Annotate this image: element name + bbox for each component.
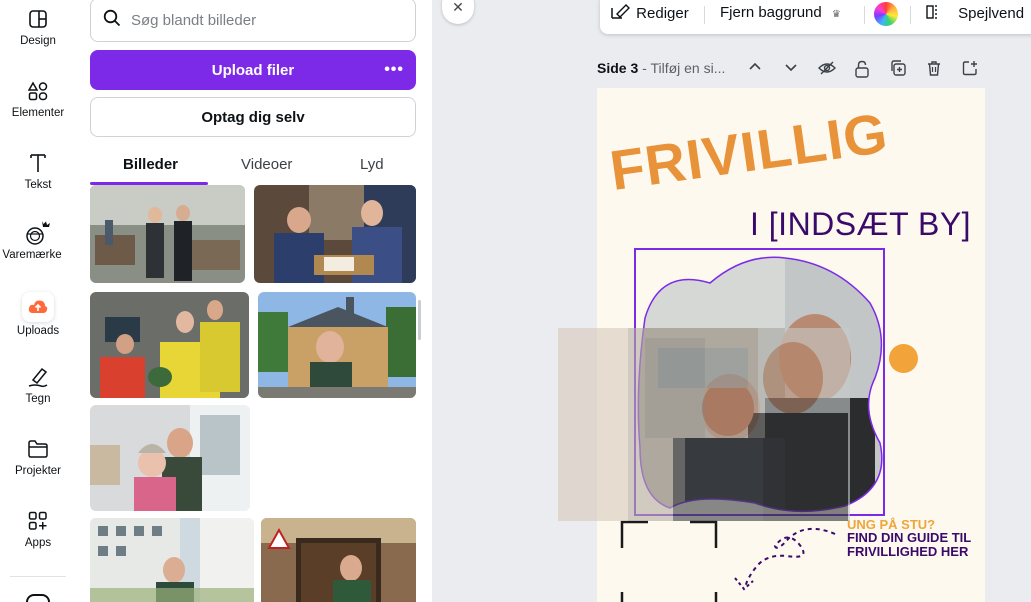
edit-label: Rediger <box>636 5 689 22</box>
uploaded-image-thumbnail[interactable] <box>254 185 416 283</box>
remove-background-label: Fjern baggrund <box>720 4 822 21</box>
heading-text[interactable]: FRIVILLIG <box>606 100 892 203</box>
page-number: Side 3 <box>597 60 639 76</box>
dashed-arrow-doodle[interactable] <box>727 526 837 592</box>
draw-icon <box>27 364 49 390</box>
toolbar-divider <box>704 6 705 24</box>
rail-label: Apps <box>24 537 52 549</box>
lock-icon[interactable] <box>854 60 870 82</box>
rail-label: Uploads <box>16 325 60 337</box>
chevron-down-icon[interactable] <box>784 60 798 78</box>
placeholder-frame[interactable] <box>620 520 718 602</box>
edit-icon <box>611 4 630 19</box>
rail-item-design[interactable]: Design <box>0 6 76 47</box>
page-header[interactable]: Side 3 - Tilføj en si... <box>597 60 725 82</box>
canvas-area: ✕ Rediger Fjern baggrund ♛ Spejlvend Sid… <box>432 0 1031 602</box>
folder-icon <box>27 436 49 462</box>
design-icon <box>28 6 48 32</box>
rail-item-uploads[interactable]: Uploads <box>0 292 76 337</box>
flip-icon <box>926 5 937 19</box>
search-placeholder: Søg blandt billeder <box>131 11 257 29</box>
color-picker-button[interactable] <box>874 2 898 30</box>
apps-icon <box>28 508 48 534</box>
tab-audio[interactable]: Lyd <box>360 156 384 173</box>
record-yourself-button[interactable]: Optag dig selv <box>90 97 416 137</box>
color-wheel-icon <box>874 2 898 26</box>
premium-crown-icon: ♛ <box>831 9 841 20</box>
rail-item-draw[interactable]: Tegn <box>0 364 76 405</box>
subheading-text[interactable]: I [INDSÆT BY] <box>750 206 971 243</box>
trash-icon[interactable] <box>926 60 942 80</box>
tab-videos[interactable]: Videoer <box>241 156 292 173</box>
callout-text[interactable]: FIND DIN GUIDE TIL FRIVILLIGHED HER <box>847 531 977 558</box>
close-icon: ✕ <box>452 0 464 15</box>
hide-page-icon[interactable] <box>818 60 836 80</box>
add-page-icon[interactable] <box>962 60 978 80</box>
search-input[interactable]: Søg blandt billeder <box>90 0 416 42</box>
uploaded-image-thumbnail[interactable] <box>90 292 249 398</box>
dragged-image-preview[interactable] <box>558 328 850 521</box>
side-rail: Design Elementer Tekst Varemærke Uploads <box>0 0 76 602</box>
edit-image-button[interactable]: Rediger <box>610 4 689 22</box>
media-tabs: Billeder Videoer Lyd <box>90 148 416 185</box>
uploads-icon <box>22 292 54 322</box>
elements-icon <box>28 78 48 104</box>
text-icon <box>28 150 48 176</box>
rail-item-apps[interactable]: Apps <box>0 508 76 549</box>
duplicate-page-icon[interactable] <box>890 60 906 80</box>
upload-files-label: Upload filer <box>211 61 295 79</box>
orange-dot-shape[interactable] <box>889 344 918 373</box>
rail-label: Elementer <box>11 107 65 119</box>
chevron-up-icon[interactable] <box>748 60 762 78</box>
uploaded-image-thumbnail[interactable] <box>90 518 254 602</box>
page-title-input[interactable]: - Tilføj en si... <box>638 60 725 76</box>
rail-item-brand[interactable]: Varemærke <box>0 220 76 261</box>
uploaded-image-thumbnail[interactable] <box>90 185 245 283</box>
context-toolbar: Rediger Fjern baggrund ♛ Spejlvend <box>600 0 1031 34</box>
rail-divider <box>10 576 66 577</box>
tab-images[interactable]: Billeder <box>123 156 178 173</box>
close-panel-button[interactable]: ✕ <box>442 0 474 24</box>
uploaded-image-thumbnail[interactable] <box>261 518 416 602</box>
remove-background-button[interactable]: Fjern baggrund ♛ <box>720 4 841 21</box>
flip-label: Spejlvend <box>958 5 1025 22</box>
uploaded-image-thumbnail[interactable] <box>258 292 416 398</box>
brand-icon <box>24 220 52 246</box>
gallery-scrollbar[interactable] <box>418 300 421 340</box>
record-yourself-label: Optag dig selv <box>201 108 305 126</box>
rail-item-elements[interactable]: Elementer <box>0 78 76 119</box>
upload-files-button[interactable]: Upload filer ••• <box>90 50 416 90</box>
uploads-panel: Søg blandt billeder Upload filer ••• Opt… <box>76 0 432 602</box>
more-icon[interactable] <box>26 594 50 602</box>
rail-label: Design <box>20 35 56 47</box>
flip-button[interactable]: Spejlvend <box>926 4 1024 22</box>
rail-label: Varemærke <box>2 249 62 261</box>
more-options-icon[interactable]: ••• <box>384 61 404 79</box>
rail-item-text[interactable]: Tekst <box>0 150 76 191</box>
search-icon <box>103 9 121 31</box>
rail-label: Projekter <box>14 465 62 477</box>
toolbar-divider <box>910 6 911 24</box>
toolbar-divider <box>864 6 865 24</box>
rail-item-projects[interactable]: Projekter <box>0 436 76 477</box>
uploaded-image-thumbnail[interactable] <box>90 405 250 511</box>
rail-label: Tekst <box>24 179 52 191</box>
rail-label: Tegn <box>25 393 51 405</box>
